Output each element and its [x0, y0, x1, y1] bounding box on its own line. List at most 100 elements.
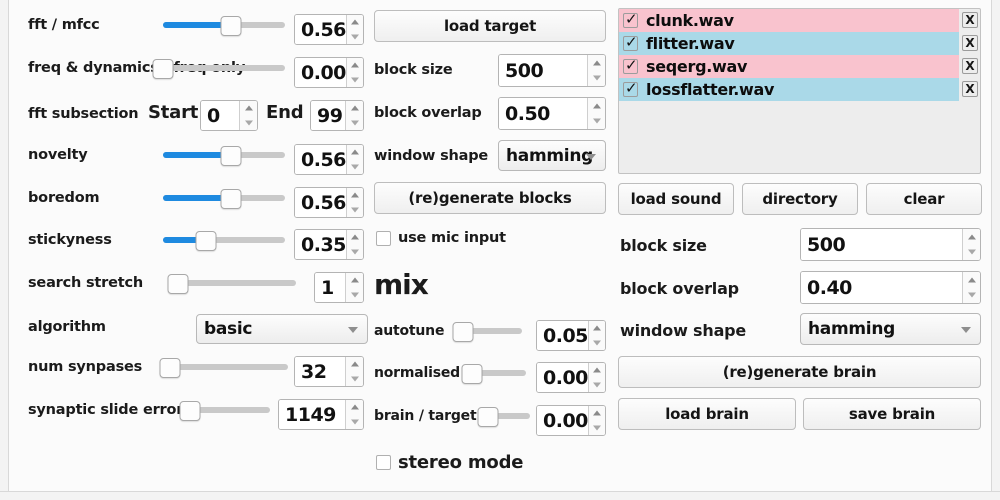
slider-handle[interactable]	[220, 146, 242, 166]
slider-8[interactable]	[159, 357, 288, 378]
file-remove-button[interactable]: X	[962, 81, 978, 97]
library-window-shape-combobox[interactable]: hamming	[800, 313, 981, 345]
slider-handle[interactable]	[159, 358, 181, 378]
file-enable-checkbox[interactable]	[623, 10, 638, 28]
spinbox-0[interactable]: 0.56	[294, 14, 364, 45]
stepper-up-icon[interactable]	[588, 98, 605, 114]
stepper-down-icon[interactable]	[588, 71, 605, 87]
stepper-down-icon[interactable]	[347, 30, 363, 45]
library-block-overlap-spinbox-stepper[interactable]	[962, 272, 980, 303]
slider-handle[interactable]	[167, 274, 189, 294]
load-sound-button[interactable]: load sound	[618, 183, 734, 215]
load-brain-button[interactable]: load brain	[618, 398, 796, 430]
slider-handle[interactable]	[220, 16, 242, 36]
slider-6[interactable]	[167, 273, 296, 294]
slider-handle[interactable]	[179, 401, 201, 421]
stepper-down-icon[interactable]	[347, 160, 363, 175]
stepper-up-icon[interactable]	[347, 188, 363, 203]
spinbox-6-stepper[interactable]	[345, 273, 363, 302]
spinbox-5-stepper[interactable]	[345, 230, 363, 259]
spinbox-4-stepper[interactable]	[345, 188, 363, 218]
spinbox-3[interactable]: 0.56	[294, 144, 364, 175]
fft-end-spinbox-value[interactable]: 99	[311, 101, 345, 130]
fft-start-spinbox-value[interactable]: 0	[201, 101, 239, 130]
file-list-item[interactable]: lossflatter.wav X	[619, 78, 978, 101]
target-window-shape-combobox[interactable]: hamming	[498, 140, 606, 171]
stepper-up-icon[interactable]	[347, 145, 363, 160]
mix-spinbox-2[interactable]: 0.00	[536, 405, 606, 436]
spinbox-1-value[interactable]: 0.00	[295, 58, 346, 87]
spinbox-8-stepper[interactable]	[345, 357, 363, 386]
stepper-down-icon[interactable]	[240, 116, 257, 131]
slider-handle[interactable]	[220, 189, 242, 209]
target-block-overlap-spinbox-stepper[interactable]	[587, 98, 605, 129]
spinbox-0-stepper[interactable]	[345, 15, 363, 45]
load-target-button[interactable]: load target	[374, 10, 606, 42]
stepper-up-icon[interactable]	[347, 230, 363, 245]
algorithm-combobox[interactable]: basic	[196, 314, 368, 344]
file-list-item[interactable]: seqerg.wav X	[619, 55, 978, 78]
spinbox-4[interactable]: 0.56	[294, 187, 364, 218]
stepper-up-icon[interactable]	[589, 406, 605, 421]
fft-start-spinbox[interactable]: 0	[200, 100, 258, 131]
spinbox-9-stepper[interactable]	[345, 400, 363, 429]
spinbox-9[interactable]: 1149	[278, 399, 364, 430]
fft-start-spinbox-stepper[interactable]	[239, 101, 257, 130]
mix-spinbox-1-stepper[interactable]	[587, 363, 605, 393]
file-remove-button[interactable]: X	[962, 58, 978, 74]
stepper-up-icon[interactable]	[346, 101, 363, 116]
sound-file-list[interactable]: clunk.wav Xflitter.wav Xseqerg.wav Xlossfla…	[618, 8, 981, 174]
library-block-size-spinbox-value[interactable]: 500	[801, 229, 962, 260]
file-list-item[interactable]: flitter.wav X	[619, 32, 978, 55]
file-enable-checkbox[interactable]	[623, 33, 638, 51]
stepper-down-icon[interactable]	[347, 203, 363, 218]
stepper-up-icon[interactable]	[963, 229, 980, 245]
spinbox-1[interactable]: 0.00	[294, 57, 364, 88]
target-block-size-spinbox-value[interactable]: 500	[499, 55, 587, 86]
stepper-down-icon[interactable]	[346, 415, 363, 430]
stepper-up-icon[interactable]	[347, 58, 363, 73]
fft-end-spinbox[interactable]: 99	[310, 100, 364, 131]
spinbox-5[interactable]: 0.35	[294, 229, 364, 260]
fft-end-spinbox-stepper[interactable]	[345, 101, 363, 130]
mix-spinbox-2-stepper[interactable]	[587, 406, 605, 435]
regenerate-brain-button[interactable]: (re)generate brain	[618, 356, 981, 388]
use-mic-input-checkbox[interactable]: use mic input	[376, 230, 506, 246]
slider-handle[interactable]	[452, 322, 474, 342]
slider-9[interactable]	[179, 400, 270, 421]
slider-handle[interactable]	[461, 364, 483, 384]
clear-button[interactable]: clear	[866, 183, 982, 215]
slider-3[interactable]	[163, 145, 285, 166]
directory-button[interactable]: directory	[742, 183, 858, 215]
regenerate-blocks-button[interactable]: (re)generate blocks	[374, 182, 606, 214]
stepper-down-icon[interactable]	[588, 114, 605, 130]
spinbox-6[interactable]: 1	[314, 272, 364, 303]
use-mic-input-checkbox-box[interactable]	[376, 230, 391, 246]
mix-slider-1[interactable]	[461, 363, 526, 384]
save-brain-button[interactable]: save brain	[803, 398, 981, 430]
file-list-item[interactable]: clunk.wav X	[619, 9, 978, 32]
slider-4[interactable]	[163, 188, 285, 209]
slider-5[interactable]	[163, 230, 285, 251]
slider-0[interactable]	[163, 15, 285, 36]
spinbox-0-value[interactable]: 0.56	[295, 15, 346, 44]
mix-slider-2[interactable]	[477, 406, 530, 427]
stepper-up-icon[interactable]	[240, 101, 257, 116]
target-block-size-spinbox-stepper[interactable]	[587, 55, 605, 86]
stepper-down-icon[interactable]	[347, 73, 363, 88]
file-remove-button[interactable]: X	[962, 12, 978, 28]
spinbox-6-value[interactable]: 1	[315, 273, 345, 302]
slider-handle[interactable]	[195, 231, 217, 251]
stepper-up-icon[interactable]	[963, 272, 980, 288]
mix-spinbox-0[interactable]: 0.05	[536, 320, 606, 351]
file-remove-button[interactable]: X	[962, 35, 978, 51]
slider-handle[interactable]	[477, 407, 499, 427]
stepper-down-icon[interactable]	[589, 378, 605, 393]
stepper-up-icon[interactable]	[346, 400, 363, 415]
library-block-size-spinbox-stepper[interactable]	[962, 229, 980, 260]
spinbox-8-value[interactable]: 32	[295, 357, 345, 386]
library-block-overlap-spinbox-value[interactable]: 0.40	[801, 272, 962, 303]
stereo-mode-checkbox-box[interactable]	[376, 455, 391, 470]
file-enable-checkbox[interactable]	[623, 56, 638, 74]
stepper-up-icon[interactable]	[346, 273, 363, 288]
